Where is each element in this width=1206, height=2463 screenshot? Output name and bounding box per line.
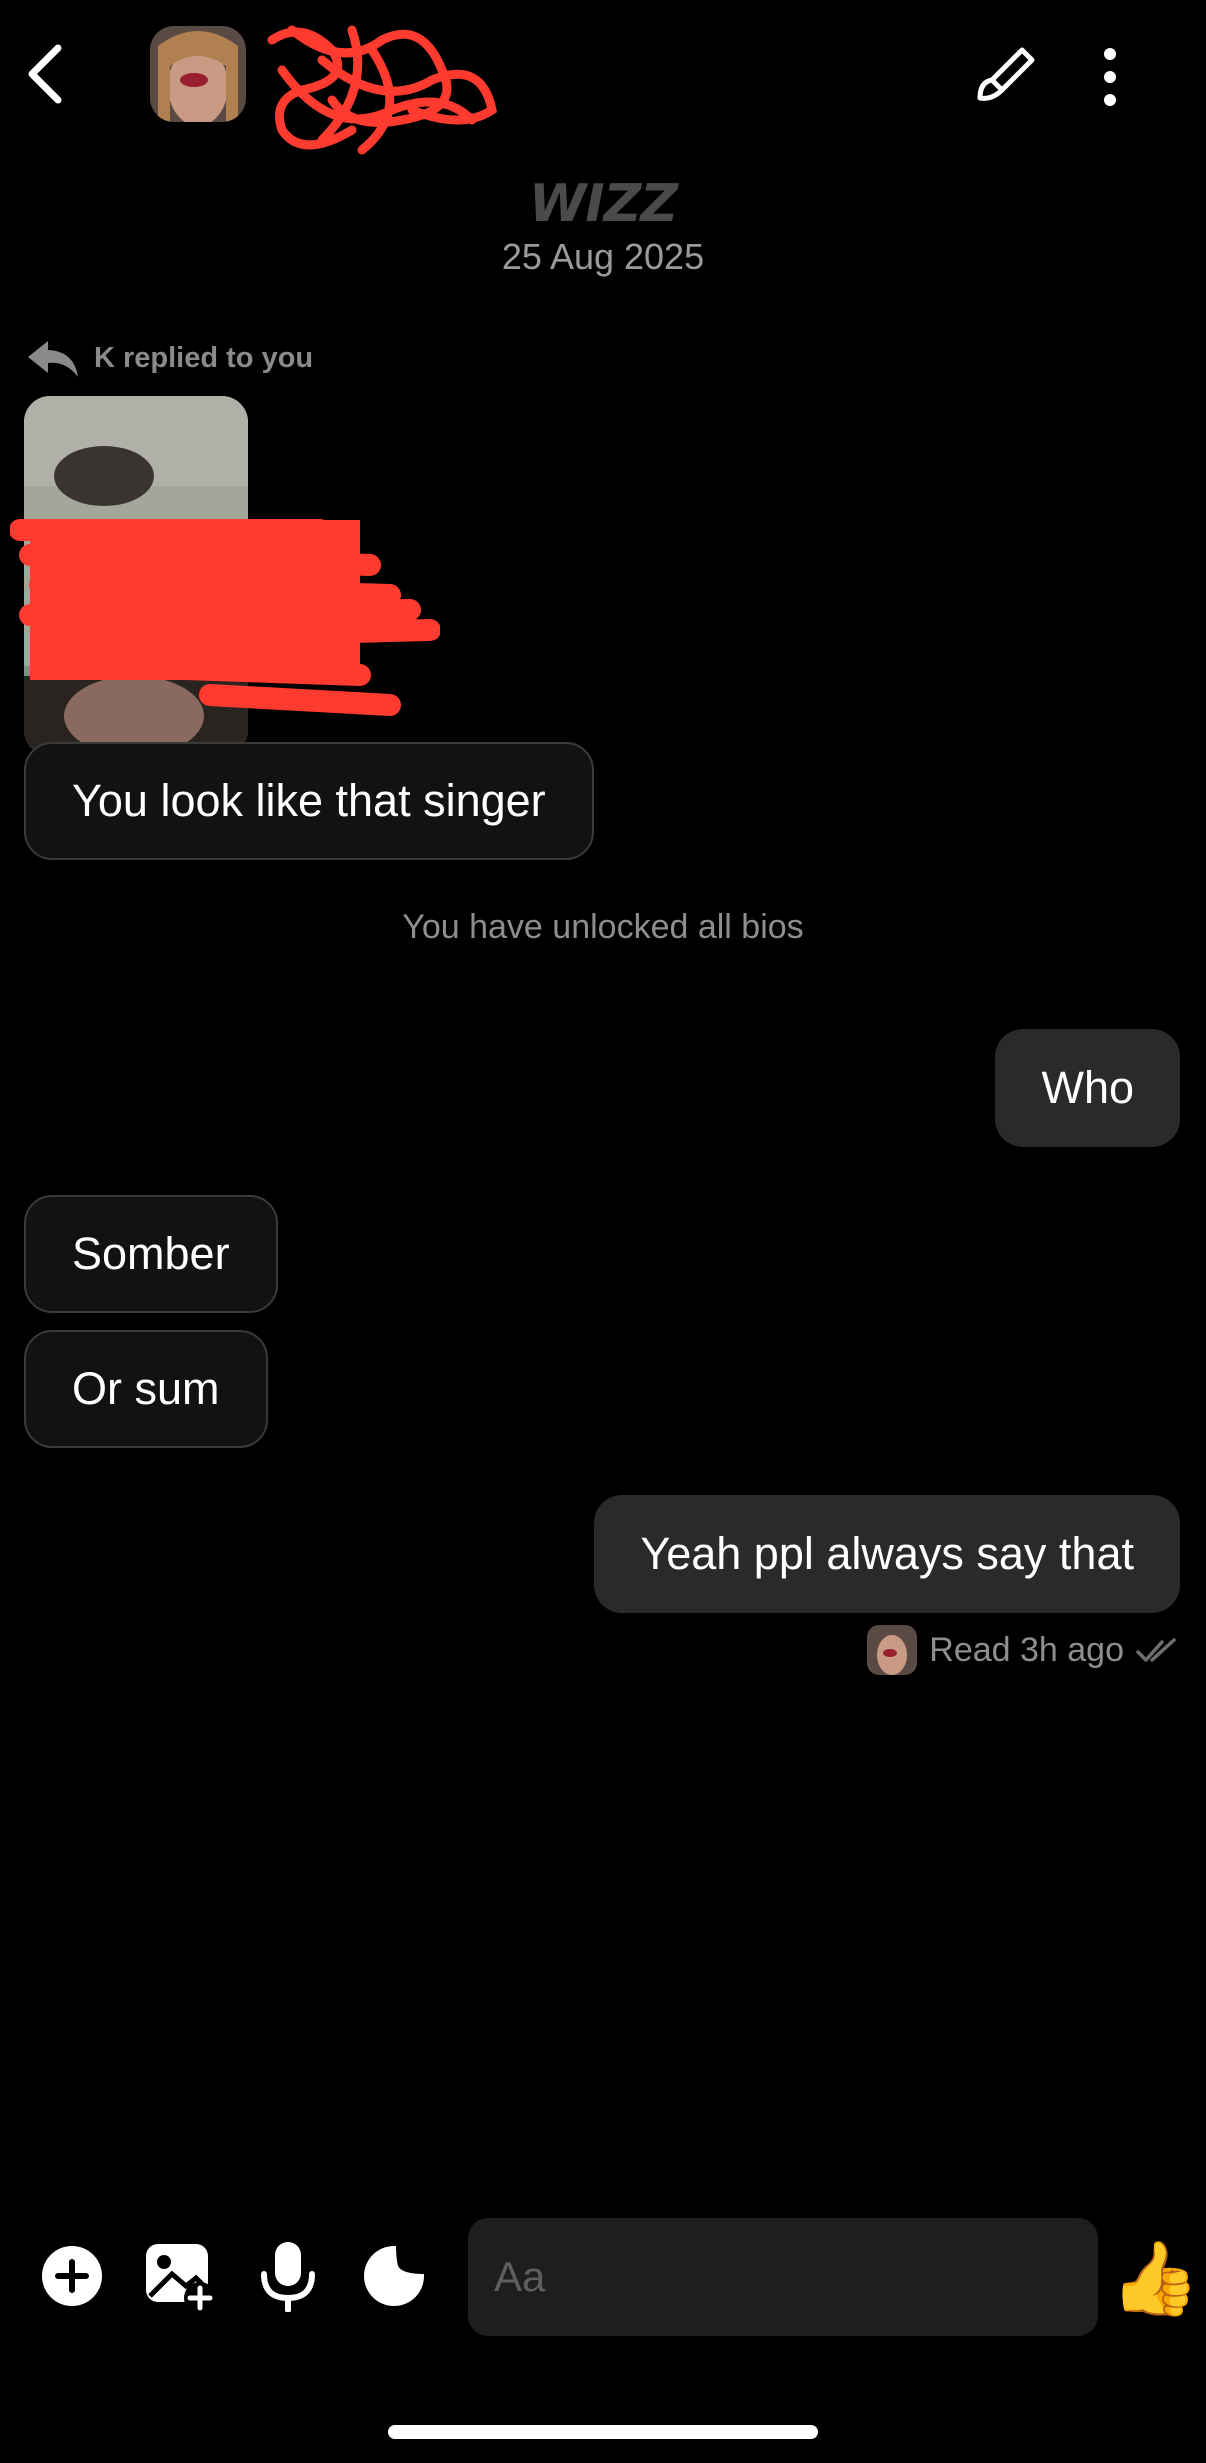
brush-icon [977, 47, 1035, 101]
reply-indicator: K replied to you [26, 334, 313, 382]
contact-avatar[interactable] [150, 26, 246, 122]
more-options-button[interactable] [1082, 42, 1142, 112]
home-indicator [388, 2425, 818, 2439]
message-bubble-incoming[interactable]: You look like that singer [24, 742, 594, 860]
sticker-icon [364, 2246, 424, 2306]
vertical-dots-icon [1104, 48, 1116, 106]
contact-name-redaction [262, 10, 502, 170]
app-logo: WIZZ [528, 174, 678, 234]
microphone-icon [261, 2242, 315, 2312]
thumbs-up-icon: 👍 [1110, 2238, 1200, 2319]
plus-circle-icon [42, 2246, 102, 2306]
like-button[interactable]: 👍 [1110, 2230, 1200, 2326]
microphone-button[interactable] [252, 2234, 324, 2318]
conversation-date: 25 Aug 2025 [501, 236, 705, 277]
sticker-button[interactable] [358, 2234, 430, 2318]
double-check-icon [1136, 1638, 1176, 1662]
photo-redaction [9, 500, 441, 720]
message-bubble-outgoing[interactable]: Who [995, 1029, 1180, 1147]
message-bubble-incoming[interactable]: Or sum [24, 1330, 268, 1448]
image-plus-icon [146, 2244, 216, 2312]
message-input[interactable] [468, 2218, 1098, 2336]
edit-button[interactable] [970, 42, 1040, 112]
reply-indicator-text: K replied to you [94, 341, 314, 374]
reader-avatar [867, 1625, 918, 1675]
gallery-button[interactable] [144, 2234, 216, 2318]
chevron-left-icon [28, 44, 62, 104]
message-bubble-incoming[interactable]: Somber [24, 1195, 278, 1313]
back-button[interactable] [18, 38, 78, 110]
system-note: You have unlocked all bios [402, 908, 804, 946]
read-receipt: Read 3h ago [867, 1622, 1178, 1678]
add-button[interactable] [36, 2234, 108, 2318]
reply-arrow-icon [28, 341, 78, 377]
read-receipt-text: Read 3h ago [929, 1630, 1124, 1669]
message-bubble-outgoing[interactable]: Yeah ppl always say that [594, 1495, 1180, 1613]
